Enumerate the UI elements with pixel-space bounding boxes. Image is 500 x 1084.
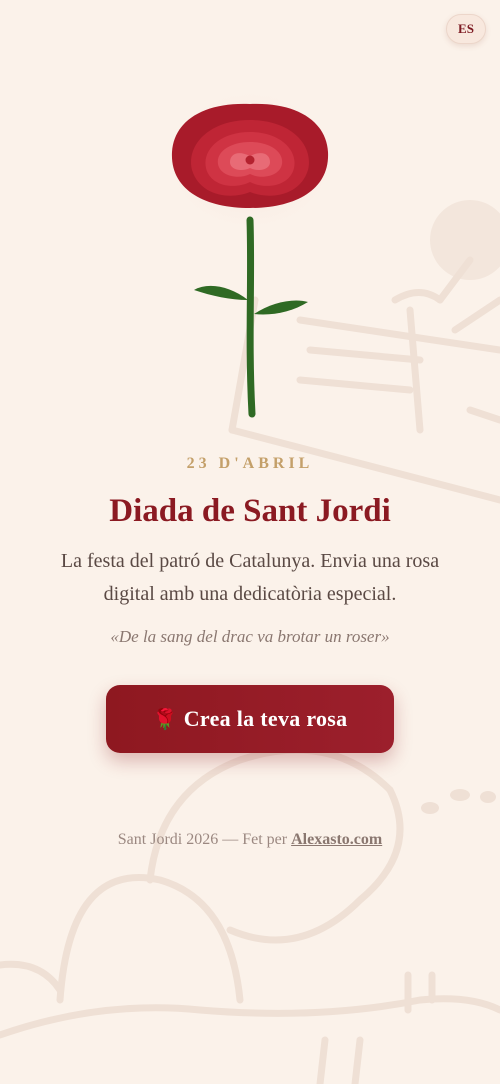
language-toggle-button[interactable]: ES (446, 14, 486, 44)
footer: Sant Jordi 2026 — Fet per Alexasto.com (0, 831, 500, 849)
footer-text: Sant Jordi 2026 — Fet per (117, 831, 292, 848)
create-rose-button[interactable]: 🌹 Crea la teva rosa (106, 685, 394, 753)
rose-icon (160, 90, 340, 418)
page-title: Diada de Sant Jordi (109, 493, 391, 529)
hero-section: 23 D'ABRIL Diada de Sant Jordi La festa … (0, 455, 500, 849)
create-rose-label: Crea la teva rosa (183, 706, 348, 731)
event-date: 23 D'ABRIL (186, 455, 314, 472)
hero-description: La festa del patró de Catalunya. Envia u… (60, 550, 440, 605)
rose-emoji-icon: 🌹 (152, 707, 178, 731)
hero-quote: «De la sang del drac va brotar un roser» (110, 627, 390, 646)
footer-link[interactable]: Alexasto.com (291, 831, 382, 848)
rose-illustration (0, 90, 500, 430)
